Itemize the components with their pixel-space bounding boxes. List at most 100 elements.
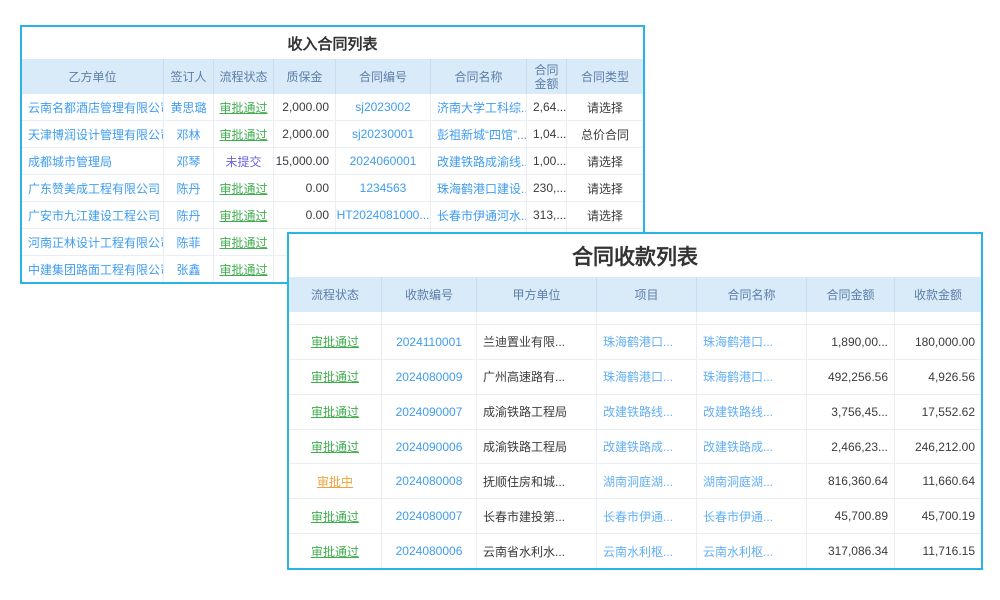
- cell-receipt_no[interactable]: 2024110001: [382, 325, 477, 359]
- cell-party_b[interactable]: 河南正林设计工程有限公司: [22, 229, 164, 255]
- table-row[interactable]: 成都城市管理局邓琴未提交15,000.002024060001改建铁路成渝线..…: [22, 147, 643, 174]
- spacer-cell: [382, 312, 477, 324]
- cell-contract_name[interactable]: 湖南洞庭湖...: [697, 464, 807, 498]
- spacer-cell: [895, 312, 981, 324]
- cell-contract_no[interactable]: sj20230001: [336, 121, 431, 147]
- cell-contract_amt: 317,086.34: [807, 534, 895, 568]
- table-row[interactable]: 云南名都酒店管理有限公司黄思璐审批通过2,000.00sj2023002济南大学…: [22, 94, 643, 120]
- cell-status[interactable]: 审批通过: [289, 534, 382, 568]
- cell-receipt_no[interactable]: 2024080009: [382, 360, 477, 394]
- cell-party_a: 成渝铁路工程局: [477, 395, 597, 429]
- table-row[interactable]: 审批通过2024090007成渝铁路工程局改建铁路线...改建铁路线...3,7…: [289, 394, 981, 429]
- cell-signer[interactable]: 陈丹: [164, 175, 214, 201]
- cell-status[interactable]: 审批通过: [214, 121, 274, 147]
- cell-contract_type[interactable]: 请选择: [567, 148, 643, 174]
- cell-signer[interactable]: 邓琴: [164, 148, 214, 174]
- cell-contract_name[interactable]: 云南水利枢...: [697, 534, 807, 568]
- header-contract_name: 合同名称: [431, 59, 527, 94]
- cell-contract_name[interactable]: 彭祖新城“四馆”...: [431, 121, 527, 147]
- cell-party_b[interactable]: 广安市九江建设工程公司: [22, 202, 164, 228]
- table-row[interactable]: 审批通过2024090006成渝铁路工程局改建铁路成...改建铁路成...2,4…: [289, 429, 981, 464]
- cell-retention: 2,000.00: [274, 121, 336, 147]
- cell-project[interactable]: 湖南洞庭湖...: [597, 464, 697, 498]
- cell-status[interactable]: 审批通过: [289, 325, 382, 359]
- cell-contract_type[interactable]: 请选择: [567, 94, 643, 120]
- cell-signer[interactable]: 邓林: [164, 121, 214, 147]
- cell-contract_name[interactable]: 改建铁路线...: [697, 395, 807, 429]
- cell-project[interactable]: 珠海鹤港口...: [597, 325, 697, 359]
- cell-party_a: 广州高速路有...: [477, 360, 597, 394]
- header-status: 流程状态: [289, 277, 382, 312]
- table-row[interactable]: 天津博润设计管理有限公司邓林审批通过2,000.00sj20230001彭祖新城…: [22, 120, 643, 147]
- cell-status[interactable]: 审批通过: [214, 175, 274, 201]
- cell-status[interactable]: 审批通过: [289, 499, 382, 533]
- table-row[interactable]: 审批通过2024110001兰迪置业有限...珠海鹤港口...珠海鹤港口...1…: [289, 324, 981, 359]
- header-contract_type: 合同类型: [567, 59, 643, 94]
- cell-project[interactable]: 云南水利枢...: [597, 534, 697, 568]
- cell-retention: 0.00: [274, 202, 336, 228]
- cell-party_b[interactable]: 中建集团路面工程有限公司: [22, 256, 164, 282]
- cell-contract_no[interactable]: 1234563: [336, 175, 431, 201]
- cell-signer[interactable]: 黄思璐: [164, 94, 214, 120]
- table-row[interactable]: 广东赞美成工程有限公司陈丹审批通过0.001234563珠海鹤港口建设...23…: [22, 174, 643, 201]
- cell-contract_name[interactable]: 济南大学工科综...: [431, 94, 527, 120]
- table-body: 审批通过2024110001兰迪置业有限...珠海鹤港口...珠海鹤港口...1…: [289, 312, 981, 568]
- cell-status[interactable]: 审批通过: [214, 256, 274, 282]
- contract-receipt-table: 流程状态收款编号甲方单位项目合同名称合同金额收款金额审批通过2024110001…: [289, 277, 981, 568]
- header-project: 项目: [597, 277, 697, 312]
- cell-contract_name[interactable]: 改建铁路成...: [697, 430, 807, 464]
- cell-receipt_amt: 11,660.64: [895, 464, 981, 498]
- cell-project[interactable]: 改建铁路成...: [597, 430, 697, 464]
- cell-party_b[interactable]: 天津博润设计管理有限公司: [22, 121, 164, 147]
- cell-receipt_no[interactable]: 2024080007: [382, 499, 477, 533]
- cell-contract_name[interactable]: 珠海鹤港口...: [697, 325, 807, 359]
- cell-contract_no[interactable]: HT2024081000...: [336, 202, 431, 228]
- cell-signer[interactable]: 张鑫: [164, 256, 214, 282]
- cell-receipt_no[interactable]: 2024090007: [382, 395, 477, 429]
- spacer-cell: [807, 312, 895, 324]
- table-row[interactable]: 审批通过2024080007长春市建投第...长春市伊通...长春市伊通...4…: [289, 498, 981, 533]
- cell-contract_name[interactable]: 长春市伊通河水...: [431, 202, 527, 228]
- table-row[interactable]: 广安市九江建设工程公司陈丹审批通过0.00HT2024081000...长春市伊…: [22, 201, 643, 228]
- cell-status[interactable]: 审批通过: [289, 360, 382, 394]
- cell-contract_name[interactable]: 改建铁路成渝线...: [431, 148, 527, 174]
- header-contract_no: 合同编号: [336, 59, 431, 94]
- cell-contract_name[interactable]: 珠海鹤港口建设...: [431, 175, 527, 201]
- cell-party_a: 抚顺住房和城...: [477, 464, 597, 498]
- cell-receipt_no[interactable]: 2024090006: [382, 430, 477, 464]
- cell-status[interactable]: 审批通过: [289, 395, 382, 429]
- cell-party_b[interactable]: 广东赞美成工程有限公司: [22, 175, 164, 201]
- cell-contract_name[interactable]: 珠海鹤港口...: [697, 360, 807, 394]
- cell-party_b[interactable]: 云南名都酒店管理有限公司: [22, 94, 164, 120]
- cell-status[interactable]: 审批中: [289, 464, 382, 498]
- cell-status[interactable]: 审批通过: [214, 94, 274, 120]
- header-party_a: 甲方单位: [477, 277, 597, 312]
- cell-signer[interactable]: 陈丹: [164, 202, 214, 228]
- cell-contract_type[interactable]: 总价合同: [567, 121, 643, 147]
- cell-signer[interactable]: 陈菲: [164, 229, 214, 255]
- cell-project[interactable]: 改建铁路线...: [597, 395, 697, 429]
- table-row[interactable]: 审批中2024080008抚顺住房和城...湖南洞庭湖...湖南洞庭湖...81…: [289, 463, 981, 498]
- cell-contract_no[interactable]: 2024060001: [336, 148, 431, 174]
- cell-party_b[interactable]: 成都城市管理局: [22, 148, 164, 174]
- filter-spacer-row: [289, 312, 981, 324]
- contract-receipt-window: 合同收款列表 流程状态收款编号甲方单位项目合同名称合同金额收款金额审批通过202…: [287, 232, 983, 570]
- cell-project[interactable]: 珠海鹤港口...: [597, 360, 697, 394]
- cell-status[interactable]: 审批通过: [289, 430, 382, 464]
- cell-status[interactable]: 审批通过: [214, 229, 274, 255]
- cell-amount: 313,...: [527, 202, 567, 228]
- table-row[interactable]: 审批通过2024080006云南省水利水...云南水利枢...云南水利枢...3…: [289, 533, 981, 568]
- cell-project[interactable]: 长春市伊通...: [597, 499, 697, 533]
- cell-contract_type[interactable]: 请选择: [567, 202, 643, 228]
- cell-receipt_no[interactable]: 2024080008: [382, 464, 477, 498]
- cell-status[interactable]: 审批通过: [214, 202, 274, 228]
- cell-contract_no[interactable]: sj2023002: [336, 94, 431, 120]
- cell-receipt_amt: 246,212.00: [895, 430, 981, 464]
- cell-status[interactable]: 未提交: [214, 148, 274, 174]
- cell-contract_name[interactable]: 长春市伊通...: [697, 499, 807, 533]
- cell-receipt_no[interactable]: 2024080006: [382, 534, 477, 568]
- cell-contract_type[interactable]: 请选择: [567, 175, 643, 201]
- header-party_b: 乙方单位: [22, 59, 164, 94]
- table-row[interactable]: 审批通过2024080009广州高速路有...珠海鹤港口...珠海鹤港口...4…: [289, 359, 981, 394]
- cell-retention: 15,000.00: [274, 148, 336, 174]
